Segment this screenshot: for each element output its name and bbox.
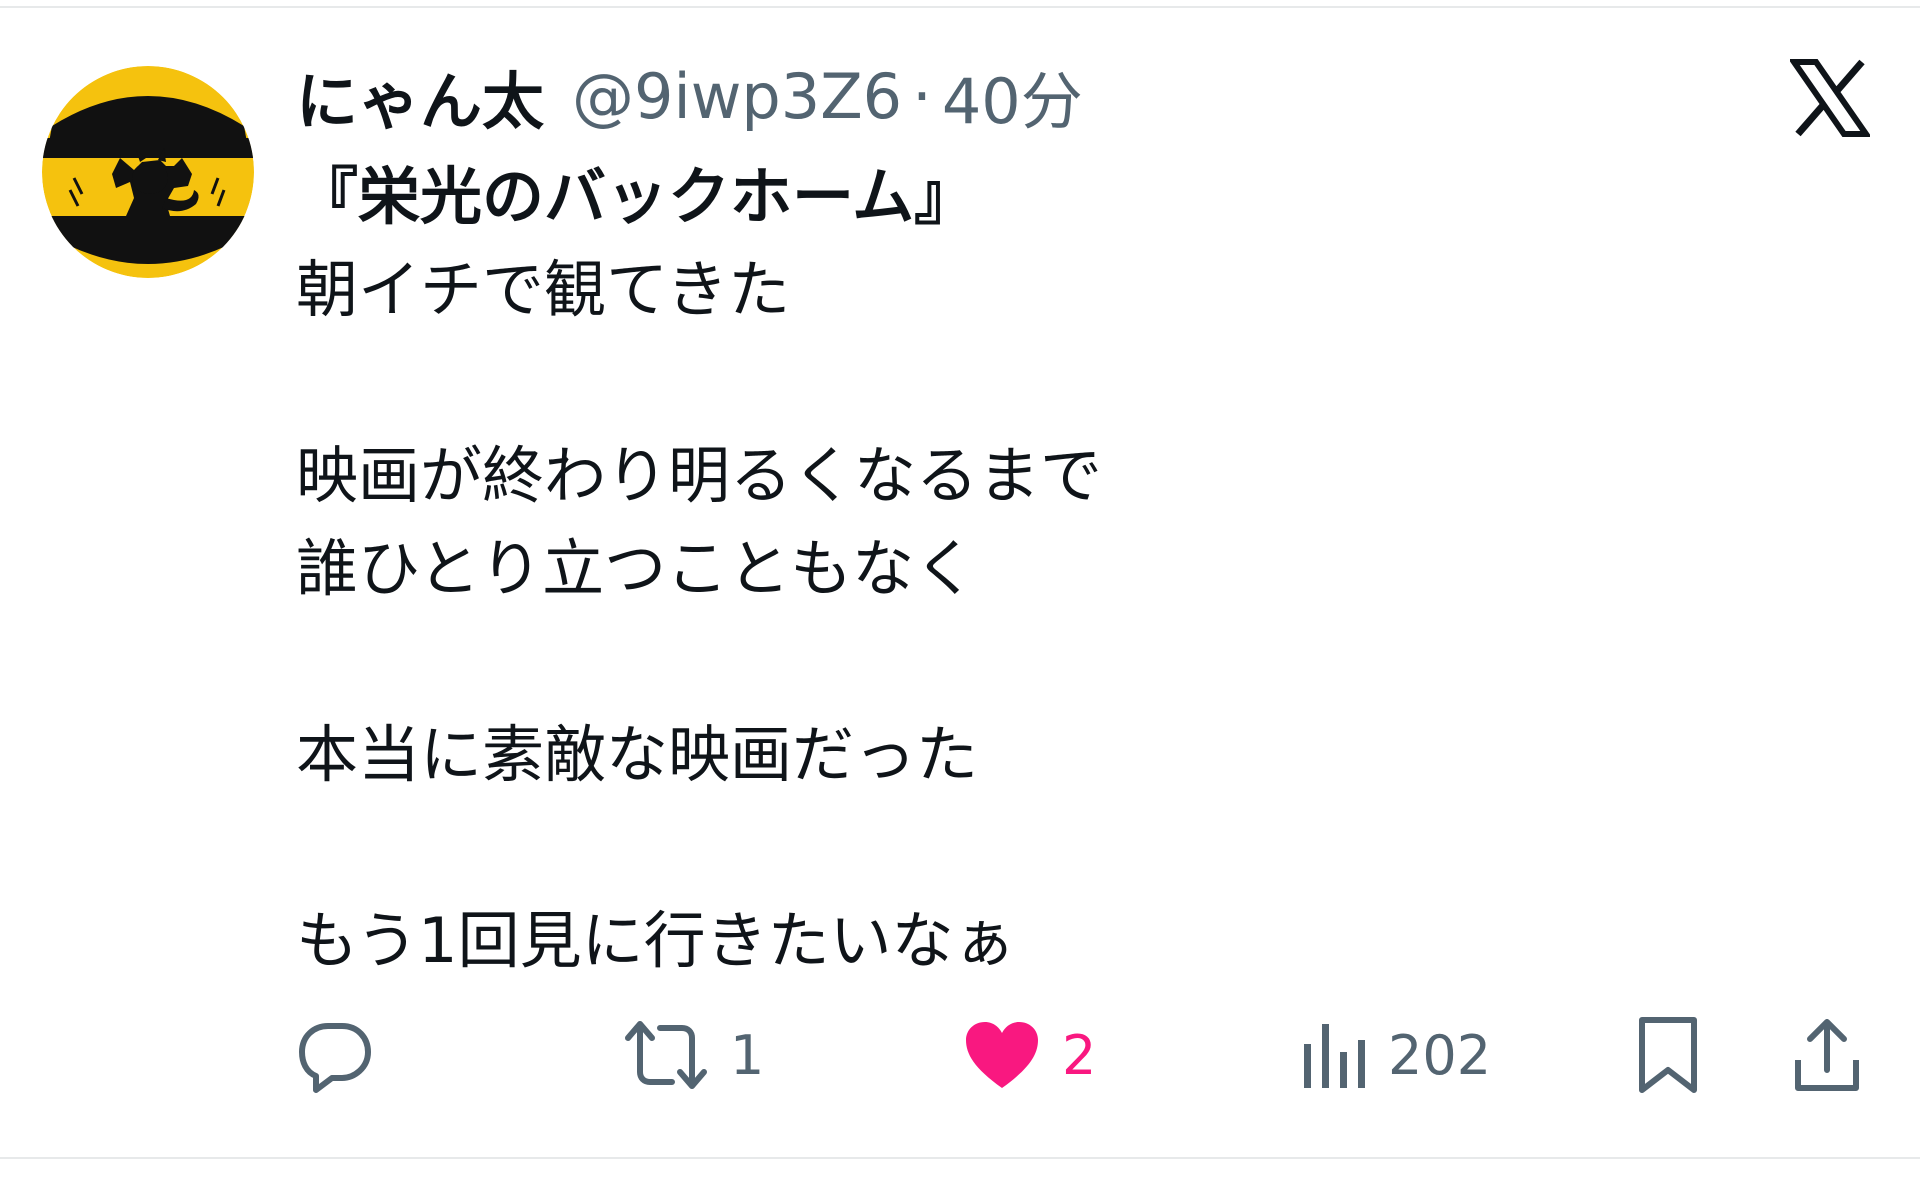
top-divider bbox=[0, 6, 1920, 8]
separator-dot: · bbox=[912, 59, 932, 133]
post-line: 朝イチで観てきた bbox=[296, 253, 791, 326]
post-line-title: 『栄光のバックホーム』 bbox=[296, 160, 977, 233]
share-button[interactable] bbox=[1792, 1010, 1862, 1100]
views-chart-icon bbox=[1304, 1024, 1365, 1088]
repost-count: 1 bbox=[730, 1023, 765, 1087]
action-bar: 1 2 202 bbox=[0, 1010, 1920, 1100]
post-header: にゃん太 @9iwp3Z6 · 40分 bbox=[296, 56, 1083, 139]
x-logo-icon[interactable] bbox=[1788, 58, 1872, 138]
post-text: 『栄光のバックホーム』 朝イチで観てきた 映画が終わり明るくなるまで 誰ひとり立… bbox=[296, 150, 1796, 987]
avatar[interactable] bbox=[42, 66, 254, 278]
post-line-blank bbox=[296, 615, 1796, 708]
views-count: 202 bbox=[1388, 1023, 1492, 1087]
post-line: もう1回見に行きたいなぁ bbox=[296, 904, 1016, 977]
display-name[interactable]: にゃん太 bbox=[296, 51, 544, 141]
post-line-blank bbox=[296, 336, 1796, 429]
bottom-divider bbox=[0, 1157, 1920, 1159]
bookmark-icon bbox=[1639, 1017, 1697, 1093]
post-line-blank bbox=[296, 801, 1796, 894]
user-handle[interactable]: @9iwp3Z6 bbox=[572, 60, 902, 133]
repost-icon bbox=[625, 1021, 707, 1089]
post-timestamp[interactable]: 40分 bbox=[942, 51, 1083, 141]
like-count: 2 bbox=[1062, 1023, 1097, 1087]
reply-icon bbox=[299, 1023, 371, 1093]
cat-silhouette-avatar-icon bbox=[42, 66, 254, 278]
share-icon bbox=[1795, 1019, 1859, 1091]
post-line: 映画が終わり明るくなるまで bbox=[296, 439, 1103, 512]
repost-button[interactable]: 1 bbox=[624, 1010, 764, 1100]
heart-icon bbox=[966, 1022, 1038, 1088]
reply-button[interactable] bbox=[296, 1010, 374, 1100]
like-button[interactable]: 2 bbox=[964, 1010, 1096, 1100]
bookmark-button[interactable] bbox=[1636, 1010, 1700, 1100]
views-button[interactable]: 202 bbox=[1302, 1010, 1491, 1100]
post-line: 本当に素敵な映画だった bbox=[296, 718, 979, 791]
post-line: 誰ひとり立つこともなく bbox=[296, 532, 977, 605]
